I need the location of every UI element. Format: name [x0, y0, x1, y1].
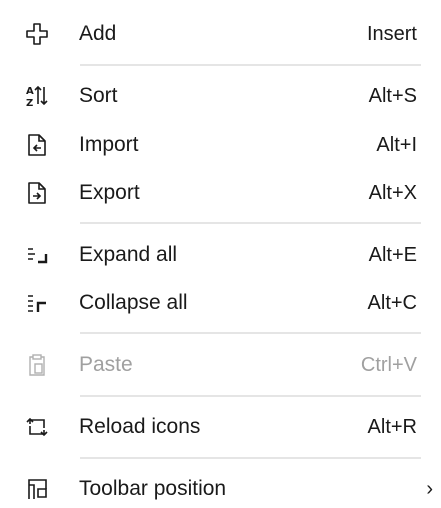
menu-item-label: Toolbar position — [79, 477, 227, 500]
menu-separator — [80, 395, 421, 397]
menu-separator — [80, 457, 421, 459]
menu-item-import[interactable]: Import Alt+I — [0, 121, 441, 169]
menu-item-label: Add — [79, 22, 117, 45]
menu-item-label: Reload icons — [79, 415, 201, 438]
menu-item-shortcut: Alt+E — [368, 244, 417, 266]
menu-item-expand-all[interactable]: Expand all Alt+E — [0, 231, 441, 279]
menu-item-collapse-all[interactable]: Collapse all Alt+C — [0, 279, 441, 327]
menu-separator — [80, 222, 421, 224]
add-icon — [24, 21, 50, 47]
menu-separator — [80, 64, 421, 66]
paste-icon — [24, 352, 50, 378]
menu-item-shortcut: Alt+X — [368, 182, 417, 204]
menu-item-label: Sort — [79, 84, 118, 107]
menu-item-shortcut: Alt+I — [376, 134, 417, 156]
export-icon — [24, 180, 50, 206]
reload-icons-icon — [24, 414, 50, 440]
menu-item-sort[interactable]: A Z Sort Alt+S — [0, 72, 441, 120]
import-icon — [24, 132, 50, 158]
menu-item-reload-icons[interactable]: Reload icons Alt+R — [0, 403, 441, 451]
menu-item-shortcut: Insert — [366, 23, 417, 45]
sort-icon: A Z — [24, 83, 50, 109]
menu-item-label: Collapse all — [79, 291, 188, 314]
svg-text:A: A — [26, 86, 34, 97]
toolbar-position-icon — [24, 476, 50, 502]
svg-text:Z: Z — [26, 98, 33, 108]
menu-item-label: Expand all — [79, 243, 178, 266]
menu-item-shortcut: Ctrl+V — [360, 354, 417, 376]
menu-item-label: Export — [79, 181, 140, 204]
menu-item-label: Paste — [79, 353, 133, 376]
menu-item-export[interactable]: Export Alt+X — [0, 169, 441, 217]
menu-item-paste: Paste Ctrl+V — [0, 341, 441, 389]
menu-item-shortcut: Alt+R — [367, 416, 417, 438]
chevron-right-icon: › — [426, 478, 433, 500]
menu-item-shortcut: Alt+C — [367, 292, 417, 314]
menu-item-shortcut: Alt+S — [368, 85, 417, 107]
menu-item-add[interactable]: Add Insert — [0, 10, 441, 58]
context-menu: Add Insert A Z Sort Alt+S Import Alt+I E… — [0, 0, 441, 508]
menu-item-toolbar-position[interactable]: Toolbar position › — [0, 465, 441, 508]
expand-all-icon — [24, 242, 50, 268]
menu-separator — [80, 332, 421, 334]
menu-item-label: Import — [79, 133, 139, 156]
collapse-all-icon — [24, 290, 50, 316]
